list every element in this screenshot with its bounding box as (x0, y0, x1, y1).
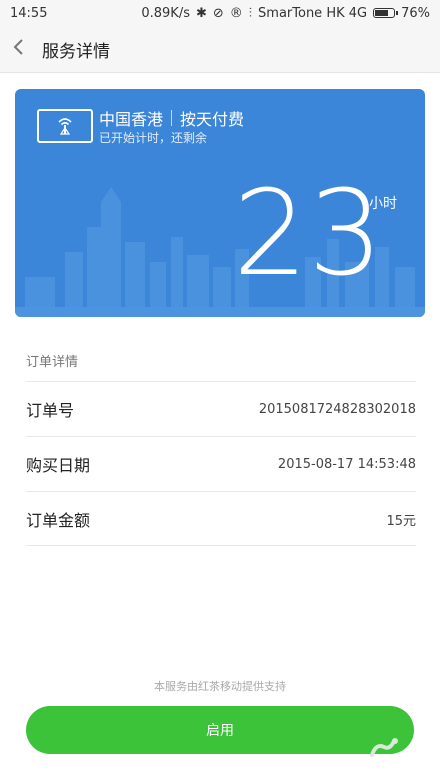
chevron-left-icon[interactable] (12, 37, 34, 62)
order-section-title: 订单详情 (26, 355, 79, 370)
plan-type: 按天付费 (180, 110, 245, 129)
status-time: 14:55 (10, 5, 48, 21)
provider-note: 本服务由红茶移动提供支持 (154, 680, 286, 693)
nav-bar: 服务详情 (0, 26, 440, 72)
remaining-unit: 小时 (369, 196, 397, 212)
battery-percent: 76% (401, 5, 430, 21)
timer-caption: 已开始计时，还剩余 (99, 131, 208, 145)
carrier: SmarTone HK 4G (258, 5, 368, 21)
status-bar: 14:55 0.89K/s ✱ ⊘ ® ⫶ SmarTone HK 4G 76% (0, 0, 440, 26)
order-number-row: 订单号 2015081724828302018 (26, 381, 416, 436)
remaining-hours: 23 (233, 164, 384, 302)
order-amount-label: 订单金额 (26, 511, 91, 530)
signal-icon: ⫶ (248, 5, 253, 21)
roaming-r-icon: ® (229, 5, 243, 21)
order-amount-value: 15元 (386, 513, 416, 529)
order-number-label: 订单号 (26, 401, 75, 420)
bluetooth-icon: ✱ (195, 5, 207, 21)
wifi-hotspot-icon (37, 109, 93, 143)
region-name: 中国香港 (99, 110, 164, 129)
order-amount-row: 订单金额 15元 (26, 491, 416, 546)
region-separator (171, 110, 173, 126)
vibrate-off-icon: ⊘ (212, 5, 224, 21)
row-divider (26, 545, 416, 546)
status-right: 0.89K/s ✱ ⊘ ® ⫶ SmarTone HK 4G 76% (141, 6, 430, 21)
main-content: 中国香港 按天付费 已开始计时，还剩余 23 小时 订单详情 订单号 20150… (0, 73, 440, 782)
purchase-date-label: 购买日期 (26, 456, 91, 475)
battery-icon (373, 8, 399, 18)
card-region-line: 中国香港 按天付费 (99, 106, 244, 130)
purchase-date-value: 2015-08-17 14:53:48 (277, 456, 416, 472)
purchase-date-row: 购买日期 2015-08-17 14:53:48 (26, 436, 416, 491)
order-number-value: 2015081724828302018 (258, 401, 416, 417)
assist-gesture-icon[interactable] (368, 733, 402, 761)
service-card: 中国香港 按天付费 已开始计时，还剩余 23 小时 (15, 89, 425, 317)
enable-button[interactable]: 启用 (26, 706, 414, 754)
net-speed: 0.89K/s (141, 5, 190, 21)
page-title: 服务详情 (42, 41, 110, 62)
